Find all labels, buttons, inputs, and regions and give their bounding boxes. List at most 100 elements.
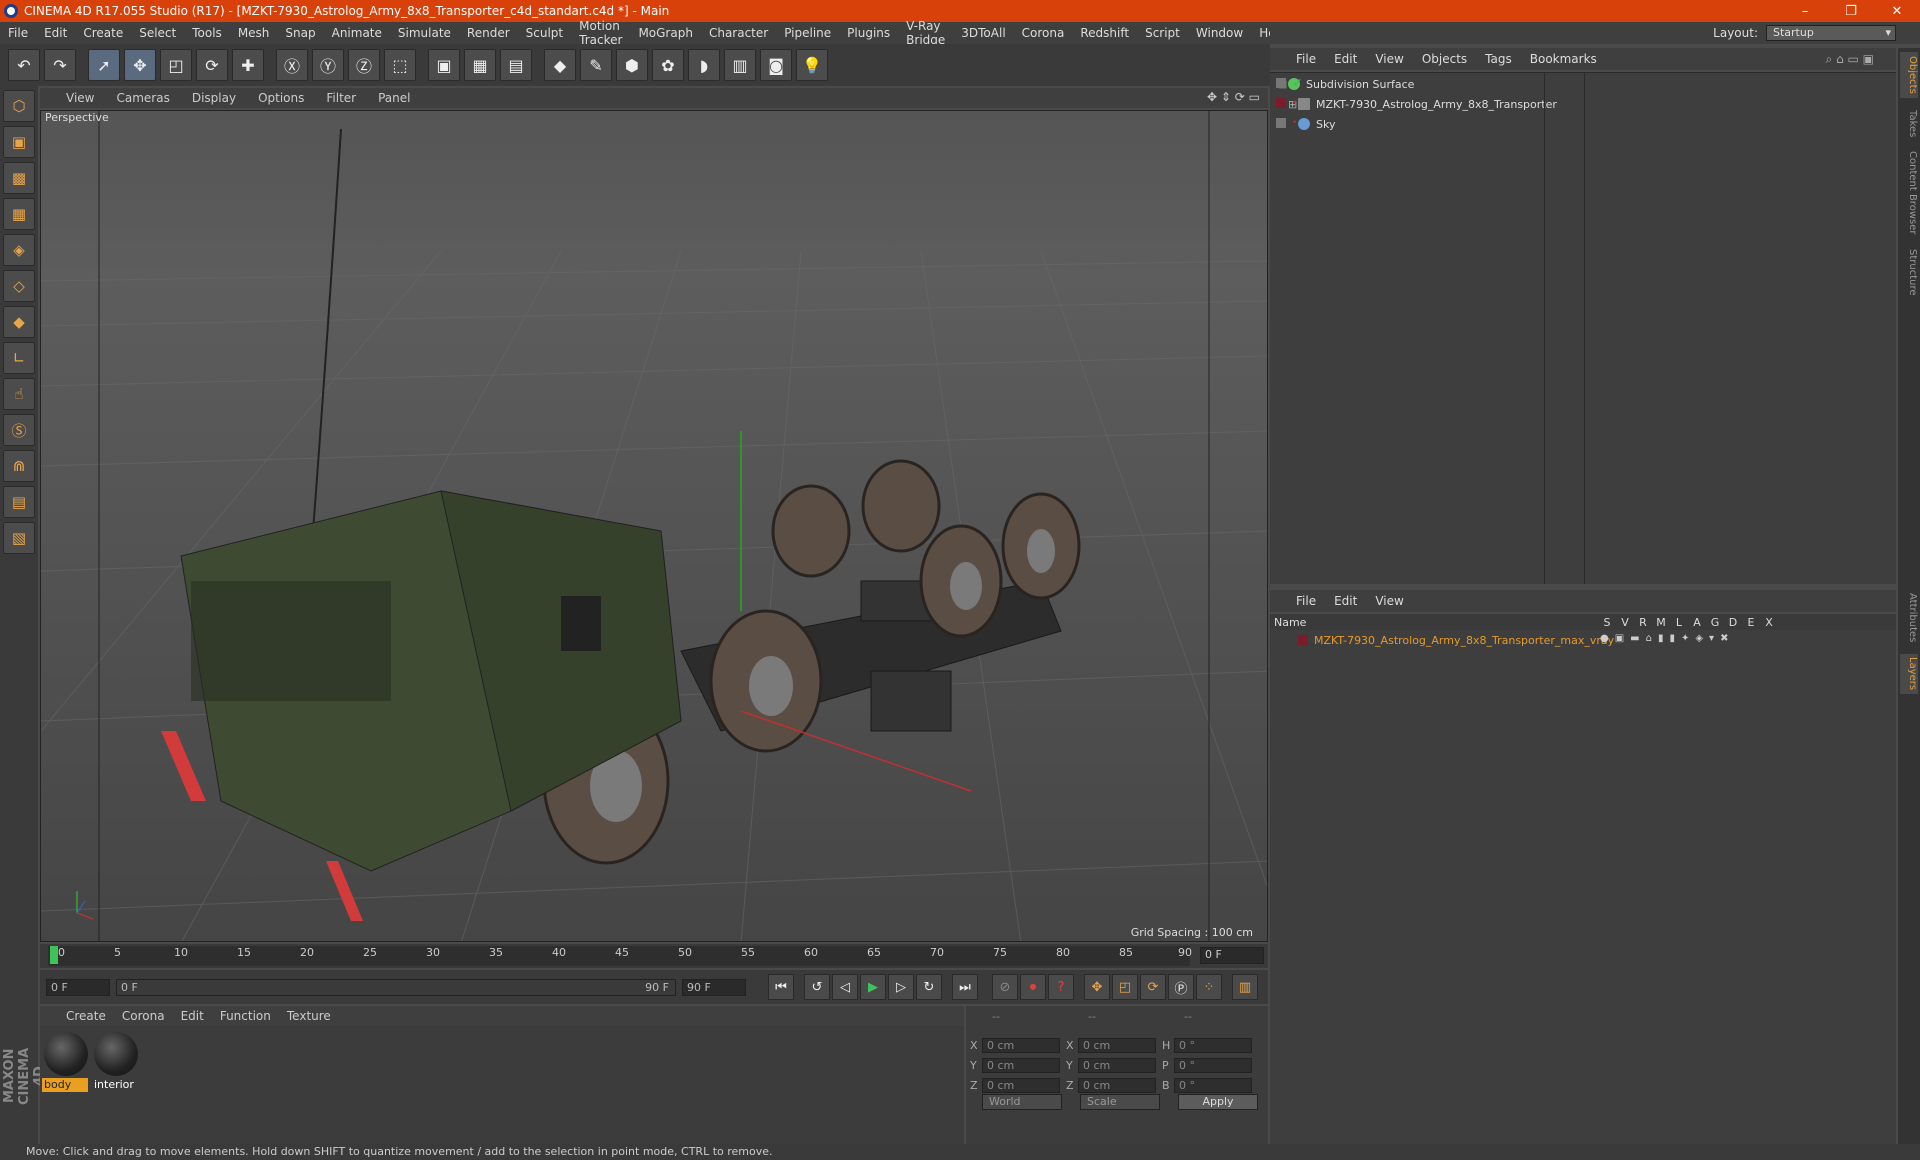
apply-button[interactable]: Apply [1178, 1094, 1258, 1110]
scale-tool-icon[interactable]: ◰ [160, 49, 192, 81]
objects-menu-file[interactable]: File [1296, 52, 1316, 66]
layer-row[interactable]: MZKT-7930_Astrolog_Army_8x8_Transporter_… [1274, 632, 1614, 648]
material-menu-create[interactable]: Create [66, 1009, 106, 1023]
subdivision-surface-icon[interactable]: ⬢ [616, 49, 648, 81]
position-y-field[interactable]: 0 cm [982, 1058, 1060, 1073]
render-picture-viewer-icon[interactable]: ▦ [464, 49, 496, 81]
previous-frame-icon[interactable]: ◁ [832, 974, 858, 1000]
rotation-b-field[interactable]: 0 ° [1174, 1078, 1252, 1093]
tab-objects[interactable]: Objects [1900, 52, 1918, 98]
start-frame-field[interactable]: 0 F [46, 978, 110, 996]
objects-menu-bookmarks[interactable]: Bookmarks [1530, 52, 1597, 66]
viewport-menu-cameras[interactable]: Cameras [116, 91, 169, 105]
objects-menu-view[interactable]: View [1375, 52, 1403, 66]
layer-color-swatch[interactable] [1298, 635, 1308, 645]
rotate-tool-icon[interactable]: ⟳ [196, 49, 228, 81]
camera-icon[interactable]: ◙ [760, 49, 792, 81]
menu-select[interactable]: Select [139, 26, 176, 40]
pen-spline-icon[interactable]: ✎ [580, 49, 612, 81]
undo-icon[interactable]: ↶ [8, 49, 40, 81]
menu-character[interactable]: Character [709, 26, 768, 40]
menu-snap[interactable]: Snap [285, 26, 315, 40]
current-frame-field[interactable]: 0 F [1200, 947, 1264, 964]
menu-mesh[interactable]: Mesh [238, 26, 270, 40]
tab-attributes[interactable]: Attributes [1900, 588, 1918, 648]
light-bulb-icon[interactable]: 💡 [796, 49, 828, 81]
viewport-nav-icons[interactable]: ✥ ⇕ ⟳ ▭ [1207, 90, 1260, 104]
object-visibility-flags[interactable]: ✔ [1276, 74, 1316, 92]
tab-takes[interactable]: Takes [1900, 106, 1918, 142]
points-mode-icon[interactable]: ◈ [3, 234, 35, 266]
coordinate-system-icon[interactable]: ⬚ [384, 49, 416, 81]
floor-icon[interactable]: ▥ [724, 49, 756, 81]
previous-key-icon[interactable]: ↺ [804, 974, 830, 1000]
cloner-icon[interactable]: ✿ [652, 49, 684, 81]
render-settings-icon[interactable]: ▤ [500, 49, 532, 81]
next-frame-icon[interactable]: ▷ [888, 974, 914, 1000]
material-menu-texture[interactable]: Texture [287, 1009, 331, 1023]
menu-edit[interactable]: Edit [44, 26, 67, 40]
viewport-camera-label[interactable]: Perspective [45, 111, 109, 124]
key-pla-icon[interactable]: ⁘ [1196, 974, 1222, 1000]
menu-simulate[interactable]: Simulate [398, 26, 451, 40]
next-key-icon[interactable]: ↻ [916, 974, 942, 1000]
timeline-window-icon[interactable]: ▥ [1232, 974, 1258, 1000]
locked-workplane-icon[interactable]: ▤ [3, 486, 35, 518]
viewport-menu-panel[interactable]: Panel [378, 91, 410, 105]
make-editable-icon[interactable]: ⬡ [3, 90, 35, 122]
menu-render[interactable]: Render [467, 26, 510, 40]
viewport-menu-options[interactable]: Options [258, 91, 304, 105]
deformer-icon[interactable]: ◗ [688, 49, 720, 81]
edges-mode-icon[interactable]: ◇ [3, 270, 35, 302]
menu-create[interactable]: Create [83, 26, 123, 40]
tab-structure[interactable]: Structure [1900, 244, 1918, 300]
menu-sculpt[interactable]: Sculpt [526, 26, 563, 40]
viewport-menu-display[interactable]: Display [192, 91, 236, 105]
record-active-icon[interactable]: ⏺ [1020, 974, 1046, 1000]
texture-mode-icon[interactable]: ▩ [3, 162, 35, 194]
menu-corona[interactable]: Corona [1022, 26, 1065, 40]
object-visibility-flags[interactable]: • [1276, 94, 1316, 112]
close-button[interactable]: ✕ [1874, 4, 1920, 19]
object-row-subdivision[interactable]: ⊟ Subdivision Surface [1270, 75, 1896, 93]
tweak-mode-icon[interactable]: ☝ [3, 378, 35, 410]
menu-file[interactable]: File [8, 26, 28, 40]
key-parameter-icon[interactable]: Ⓟ [1168, 974, 1194, 1000]
object-row-transporter[interactable]: ⊞ MZKT-7930_Astrolog_Army_8x8_Transporte… [1270, 95, 1896, 113]
restore-button[interactable]: ❐ [1828, 4, 1874, 19]
menu-animate[interactable]: Animate [332, 26, 382, 40]
tab-layers[interactable]: Layers [1900, 654, 1918, 694]
minimize-button[interactable]: – [1782, 4, 1828, 19]
tag-column-divider[interactable] [1584, 72, 1585, 584]
menu-script[interactable]: Script [1145, 26, 1180, 40]
frame-range-slider[interactable]: 0 F 90 F [116, 978, 676, 996]
position-x-field[interactable]: 0 cm [982, 1038, 1060, 1053]
autokey-icon[interactable]: ? [1048, 974, 1074, 1000]
layers-menu-view[interactable]: View [1375, 594, 1403, 608]
material-swatch-body[interactable]: body [42, 1030, 88, 1092]
record-keys-disabled-icon[interactable]: ⊘ [992, 974, 1018, 1000]
objects-menu-objects[interactable]: Objects [1422, 52, 1467, 66]
snap-magnet-icon[interactable]: ⋒ [3, 450, 35, 482]
select-arrow-icon[interactable]: ➚ [88, 49, 120, 81]
material-menu-corona[interactable]: Corona [122, 1009, 165, 1023]
material-menu-edit[interactable]: Edit [181, 1009, 204, 1023]
menu-tools[interactable]: Tools [192, 26, 222, 40]
playhead-marker[interactable] [50, 946, 58, 964]
move-tool-icon[interactable]: ✥ [124, 49, 156, 81]
go-to-end-icon[interactable]: ⏭ [952, 974, 978, 1000]
x-axis-icon[interactable]: Ⓧ [276, 49, 308, 81]
menu-motion-tracker[interactable]: Motion Tracker [579, 19, 622, 47]
object-visibility-flags[interactable]: • [1276, 114, 1316, 132]
object-manager-nav-icons[interactable]: ⌕ ⌂ ▭ ▣ [1826, 52, 1874, 67]
size-y-field[interactable]: 0 cm [1078, 1058, 1156, 1073]
key-scale-icon[interactable]: ◰ [1112, 974, 1138, 1000]
key-rotation-icon[interactable]: ⟳ [1140, 974, 1166, 1000]
workplane-icon[interactable]: ▦ [3, 198, 35, 230]
menu-redshift[interactable]: Redshift [1080, 26, 1129, 40]
menu-3dtoall[interactable]: 3DToAll [961, 26, 1005, 40]
polygons-mode-icon[interactable]: ◆ [3, 306, 35, 338]
menu-window[interactable]: Window [1196, 26, 1243, 40]
axis-mode-icon[interactable]: ∟ [3, 342, 35, 374]
viewport-menu-filter[interactable]: Filter [326, 91, 356, 105]
